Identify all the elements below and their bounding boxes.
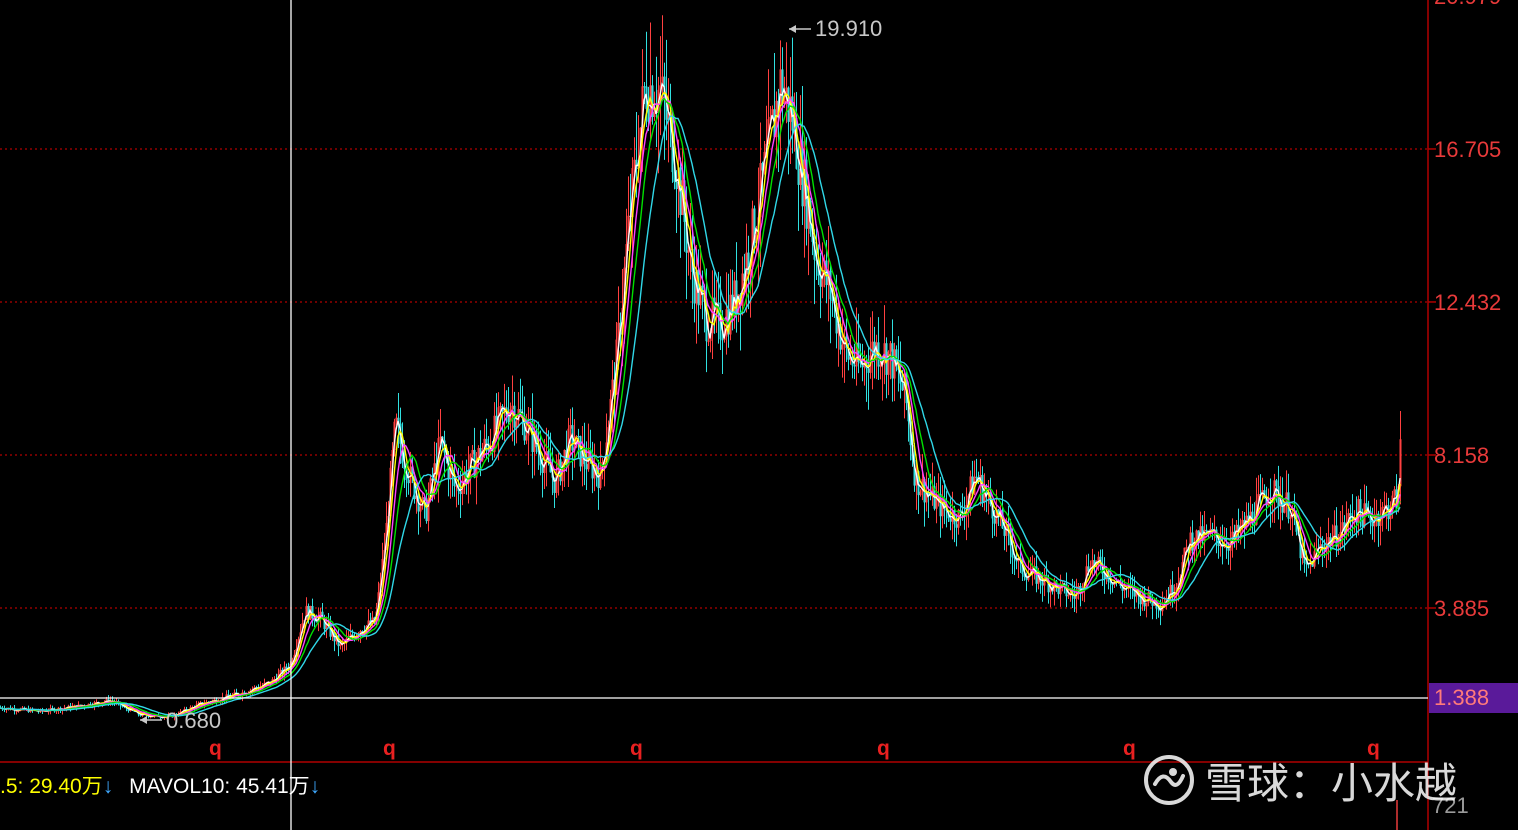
candle-body — [867, 368, 870, 373]
mavol10-value: 45.41 — [236, 775, 289, 798]
candle-body — [1227, 548, 1230, 551]
candle-body — [1205, 529, 1208, 531]
candle-body — [919, 491, 922, 496]
mavol10-unit: 万 — [288, 775, 310, 798]
candle-body — [1191, 532, 1194, 551]
stock-chart: 20.979 16.705 12.432 8.158 3.885 1.388 19.91… — [0, 0, 1518, 830]
candle-body — [1337, 544, 1340, 547]
watermark: 雪球：小水越 — [1143, 752, 1457, 808]
candle-body — [395, 417, 398, 422]
candle-body — [1145, 602, 1148, 607]
y-tick-label: 3.885 — [1434, 596, 1489, 621]
candle-body — [1185, 547, 1188, 549]
mavol5-unit: 万 — [81, 775, 103, 798]
candle-body — [841, 344, 844, 350]
period-marker: q — [383, 737, 396, 760]
y-tick-label: 12.432 — [1434, 290, 1501, 315]
period-marker: q — [877, 737, 890, 760]
ma60-line — [0, 115, 1401, 717]
candle-body — [485, 438, 488, 444]
candle-body — [525, 435, 528, 441]
high-label: 19.910 — [815, 16, 882, 41]
candle-body — [1349, 513, 1352, 516]
price-candles — [0, 15, 1402, 721]
candle-body — [1275, 480, 1278, 487]
candle-body — [499, 406, 502, 408]
mavol5-down-arrow-icon: ↓ — [102, 775, 114, 798]
candle-body — [889, 343, 892, 352]
candle-body — [585, 464, 588, 470]
candle-body — [853, 365, 856, 367]
candle-body — [507, 416, 510, 423]
candle-body — [717, 302, 720, 304]
watermark-text: 雪球：小水越 — [1205, 758, 1458, 808]
candle-body — [1041, 582, 1044, 586]
candle-body — [519, 409, 522, 413]
high-annotation: 19.910 — [789, 16, 882, 41]
candle-body — [879, 364, 882, 367]
candle-body — [1393, 489, 1396, 496]
mavol5-value: 29.40 — [29, 775, 82, 798]
candle-body — [577, 436, 580, 438]
candle-body — [787, 87, 790, 122]
candle-body — [955, 524, 958, 528]
period-marker: q — [1123, 737, 1136, 760]
ma30-line — [0, 97, 1401, 717]
candle-body — [1003, 528, 1006, 536]
candle-body — [993, 518, 996, 524]
y-tick-label: 8.158 — [1434, 443, 1489, 468]
candle-body — [975, 476, 978, 478]
y-tick-label: 16.705 — [1434, 137, 1501, 162]
candle-body — [901, 383, 904, 391]
ma10-line — [0, 91, 1401, 718]
snowball-logo-icon — [1144, 755, 1194, 805]
candle-body — [511, 405, 514, 410]
low-annotation: 0.680 — [140, 708, 221, 733]
candle-body — [407, 479, 410, 484]
candle-body — [887, 351, 890, 375]
candle-body — [959, 509, 962, 512]
candle-body — [471, 449, 474, 455]
candle-body — [797, 168, 800, 185]
candle-body — [1067, 595, 1070, 597]
ma5-line — [0, 82, 1401, 719]
candle-body — [439, 436, 442, 439]
mavol5-prefix: .5: — [0, 775, 30, 798]
candle-body — [949, 518, 952, 522]
candle-body — [1359, 499, 1362, 513]
candle-body — [459, 491, 462, 495]
price-axis: 20.979 16.705 12.432 8.158 3.885 — [1428, 0, 1501, 621]
candle-body — [643, 86, 646, 88]
period-marker: q — [630, 737, 643, 760]
mavol10-label: MAVOL10: — [129, 775, 237, 798]
candle-body — [721, 339, 724, 341]
candle-body — [707, 341, 710, 343]
current-price-label: 1.388 — [1434, 685, 1489, 710]
y-tick-label: 20.979 — [1434, 0, 1501, 9]
mavol10-down-arrow-icon: ↓ — [309, 775, 321, 798]
moving-average-lines — [0, 82, 1401, 719]
candle-body — [675, 181, 678, 190]
candle-body — [419, 506, 422, 512]
low-label: 0.680 — [166, 708, 221, 733]
candle-body — [1289, 517, 1292, 519]
volume-indicator-row: .5: 29.40万↓ MAVOL10: 45.41万↓ — [0, 770, 320, 798]
candle-body — [569, 425, 572, 429]
candle-body — [311, 605, 314, 619]
period-marker: q — [209, 737, 222, 760]
ma20-line — [0, 95, 1401, 718]
candle-body — [687, 250, 690, 253]
